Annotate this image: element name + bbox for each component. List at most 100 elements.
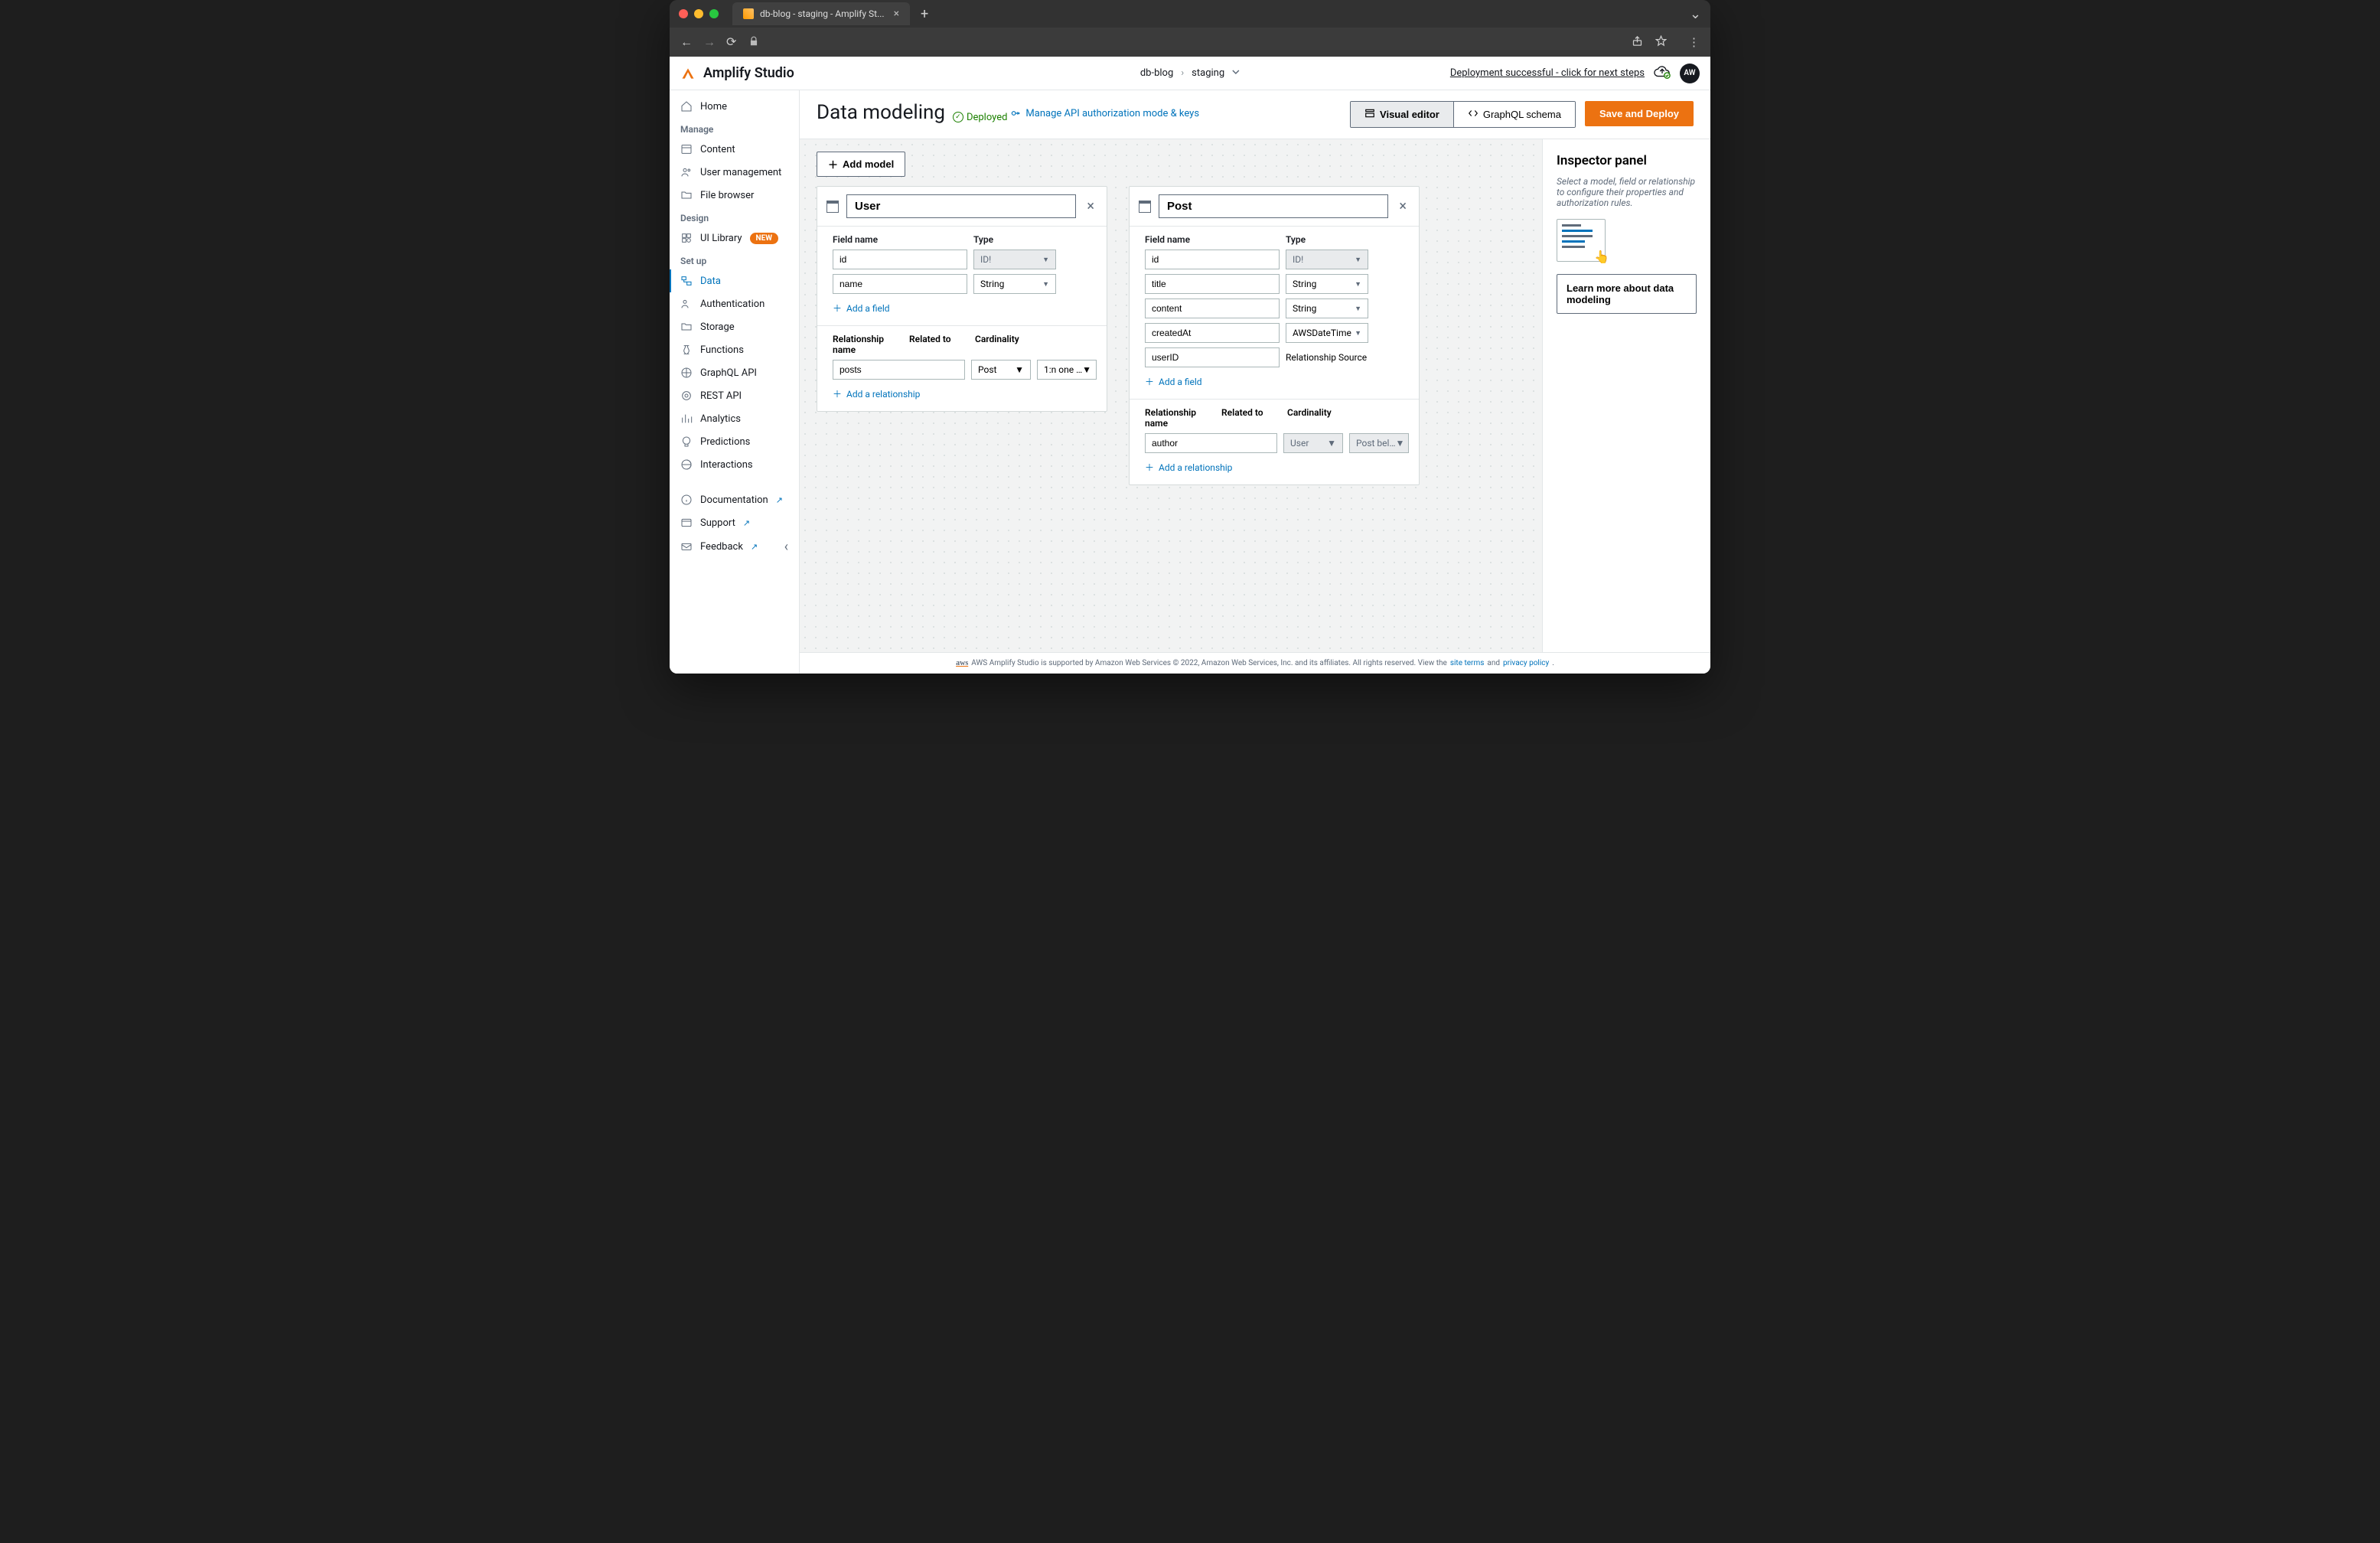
relationship-source-label: Relationship Source [1286, 347, 1404, 367]
sidebar-item-home[interactable]: Home [670, 95, 799, 118]
close-model-icon[interactable]: × [1084, 198, 1097, 214]
sidebar-item-predictions[interactable]: Predictions [670, 430, 799, 453]
add-field-link[interactable]: ＋Add a field [833, 302, 890, 315]
model-card: × Field nameType ID!▼ String▼ ＋Add a fie… [817, 186, 1107, 412]
field-type-select[interactable]: String▼ [973, 274, 1056, 294]
add-model-button[interactable]: ＋ Add model [817, 152, 905, 177]
sidebar-item-graphql[interactable]: GraphQL API [670, 361, 799, 384]
env-dropdown-icon[interactable] [1232, 67, 1240, 79]
plus-icon: ＋ [828, 157, 838, 171]
cardinality-select[interactable]: 1:n one …▼ [1037, 360, 1097, 380]
plus-icon: ＋ [833, 302, 842, 315]
model-icon [1139, 201, 1151, 213]
address-bar: ← → ⟳ ⋮ [670, 28, 1710, 57]
field-name-input[interactable] [833, 250, 967, 269]
back-icon[interactable]: ← [680, 34, 693, 50]
user-avatar[interactable]: AW [1680, 64, 1700, 83]
site-terms-link[interactable]: site terms [1450, 659, 1485, 667]
field-type-select[interactable]: String▼ [1286, 298, 1368, 318]
visual-editor-tab[interactable]: Visual editor [1351, 102, 1453, 127]
sidebar-item-authentication[interactable]: Authentication [670, 292, 799, 315]
field-type-select[interactable]: String▼ [1286, 274, 1368, 294]
field-name-input[interactable] [1145, 298, 1280, 318]
aws-logo-icon: aws [956, 659, 968, 667]
add-relationship-link[interactable]: ＋Add a relationship [1145, 461, 1232, 474]
close-window-icon[interactable] [679, 9, 688, 18]
sidebar-item-feedback[interactable]: Feedback ↗ [670, 536, 774, 559]
new-badge: NEW [750, 233, 778, 244]
header-right: Deployment successful - click for next s… [1450, 64, 1700, 83]
canvas-row: ＋ Add model × Field nameType ID!▼ String… [800, 139, 1710, 652]
editor-mode-toggle: Visual editor GraphQL schema [1350, 101, 1576, 128]
maximize-window-icon[interactable] [709, 9, 719, 18]
field-name-input[interactable] [833, 274, 967, 294]
sidebar-item-content[interactable]: Content [670, 138, 799, 161]
manage-auth-link[interactable]: Manage API authorization mode & keys [1010, 108, 1199, 119]
new-tab-button[interactable]: + [921, 6, 928, 22]
model-name-input[interactable] [846, 194, 1076, 218]
nav-buttons: ← → ⟳ [680, 34, 736, 50]
learn-more-button[interactable]: Learn more about data modeling [1557, 274, 1697, 314]
external-link-icon: ↗ [743, 518, 750, 528]
chevron-down-icon[interactable]: ⌄ [1690, 6, 1701, 22]
breadcrumb-env[interactable]: staging [1192, 67, 1224, 79]
cloud-deploy-icon[interactable] [1654, 64, 1671, 83]
graphql-schema-tab[interactable]: GraphQL schema [1453, 102, 1575, 127]
main-area: Home Manage Content User management File… [670, 90, 1710, 674]
add-relationship-link[interactable]: ＋Add a relationship [833, 387, 920, 400]
field-name-input[interactable] [1145, 250, 1280, 269]
inspector-illustration: 👆 [1557, 219, 1606, 262]
browser-tab[interactable]: db-blog - staging - Amplify St... × [732, 2, 910, 25]
deployed-badge: ✓ Deployed [953, 112, 1008, 123]
page-header: Data modeling ✓ Deployed Manage API auth… [800, 90, 1710, 139]
add-field-link[interactable]: ＋Add a field [1145, 375, 1202, 388]
deployment-banner[interactable]: Deployment successful - click for next s… [1450, 67, 1645, 79]
plus-icon: ＋ [1145, 461, 1154, 474]
sidebar-item-file-browser[interactable]: File browser [670, 184, 799, 207]
kebab-icon[interactable]: ⋮ [1688, 35, 1700, 49]
field-type-select: ID!▼ [973, 250, 1056, 269]
minimize-window-icon[interactable] [694, 9, 703, 18]
field-type-select[interactable]: AWSDateTime▼ [1286, 323, 1368, 343]
save-deploy-button[interactable]: Save and Deploy [1585, 101, 1694, 126]
traffic-lights [679, 9, 719, 18]
sidebar-item-ui-library[interactable]: UI Library NEW [670, 227, 799, 250]
relationship-name-input[interactable] [833, 360, 965, 380]
app-name: Amplify Studio [703, 65, 794, 81]
sidebar-section-setup: Set up [670, 250, 799, 269]
model-canvas: ＋ Add model × Field nameType ID!▼ String… [800, 139, 1542, 652]
sidebar-item-support[interactable]: Support ↗ [670, 511, 799, 534]
sidebar-item-user-management[interactable]: User management [670, 161, 799, 184]
lock-icon[interactable] [748, 35, 759, 50]
sidebar-item-storage[interactable]: Storage [670, 315, 799, 338]
field-name-input[interactable] [1145, 274, 1280, 294]
sidebar-item-interactions[interactable]: Interactions [670, 453, 799, 476]
field-type-select: ID!▼ [1286, 250, 1368, 269]
sidebar-collapse-icon[interactable]: ‹ [774, 534, 799, 559]
privacy-policy-link[interactable]: privacy policy [1503, 659, 1549, 667]
close-tab-icon[interactable]: × [894, 8, 899, 20]
forward-icon[interactable]: → [703, 34, 716, 50]
sidebar-item-functions[interactable]: Functions [670, 338, 799, 361]
related-to-select[interactable]: Post▼ [971, 360, 1031, 380]
reload-icon[interactable]: ⟳ [726, 34, 736, 50]
workspace: Data modeling ✓ Deployed Manage API auth… [800, 90, 1710, 674]
field-name-input[interactable] [1145, 323, 1280, 343]
cursor-icon: 👆 [1594, 250, 1609, 264]
sidebar-item-analytics[interactable]: Analytics [670, 407, 799, 430]
relationship-name-input[interactable] [1145, 433, 1277, 453]
field-name-input[interactable] [1145, 347, 1280, 367]
breadcrumb-project[interactable]: db-blog [1140, 67, 1173, 79]
close-model-icon[interactable]: × [1396, 198, 1410, 214]
app-logo[interactable]: Amplify Studio [680, 65, 794, 81]
code-icon [1468, 108, 1479, 121]
star-icon[interactable] [1655, 35, 1667, 50]
page-actions: Visual editor GraphQL schema Save and De… [1350, 101, 1694, 128]
share-icon[interactable] [1632, 35, 1643, 50]
inspector-description: Select a model, field or relationship to… [1557, 176, 1697, 208]
sidebar-item-rest[interactable]: REST API [670, 384, 799, 407]
sidebar-item-documentation[interactable]: Documentation ↗ [670, 488, 799, 511]
model-name-input[interactable] [1159, 194, 1388, 218]
sidebar-item-data[interactable]: Data [670, 269, 799, 292]
plus-icon: ＋ [1145, 375, 1154, 388]
